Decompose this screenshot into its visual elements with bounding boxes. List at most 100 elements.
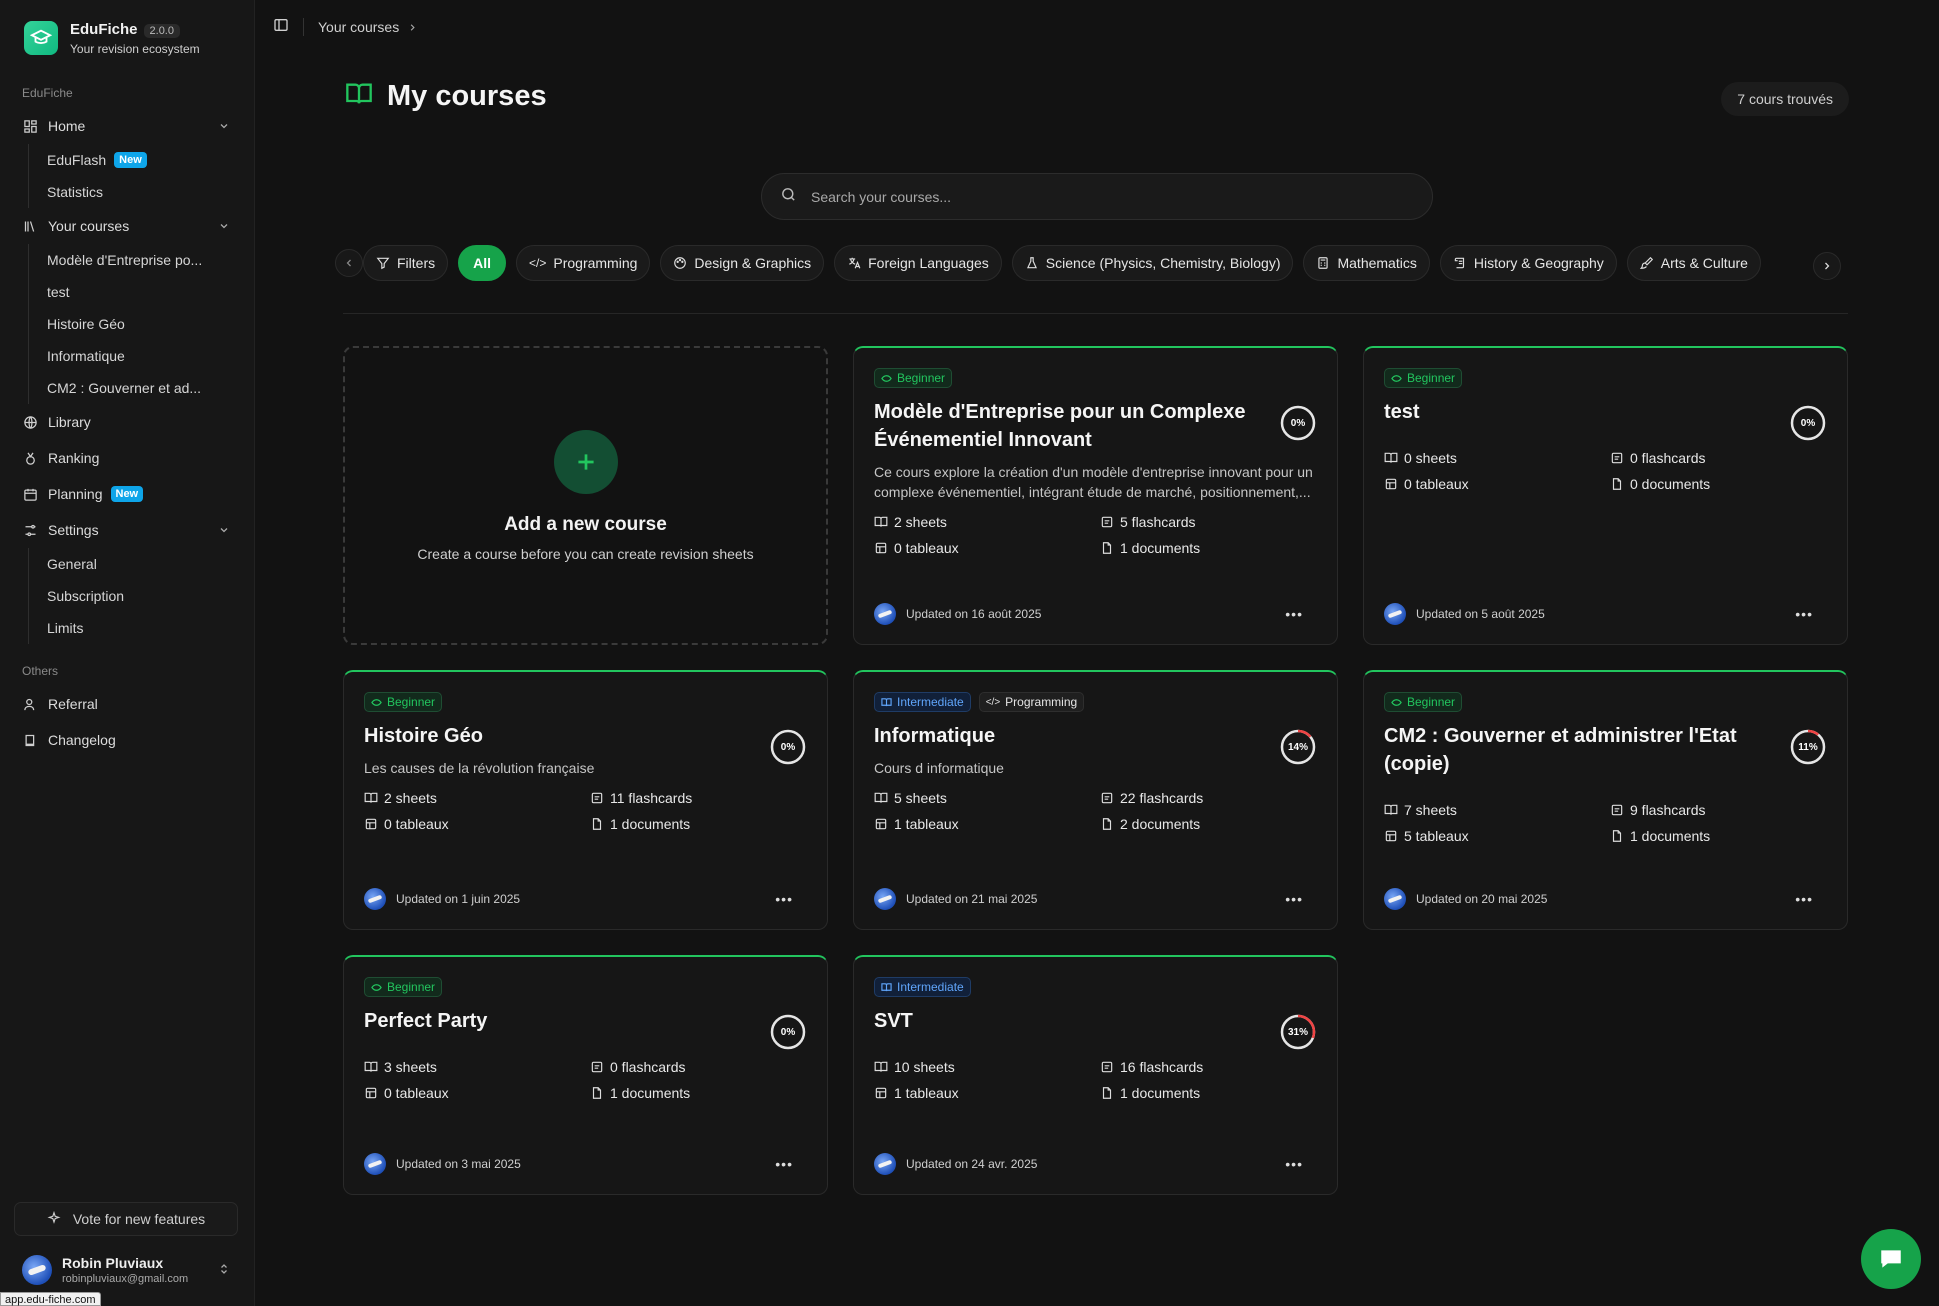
stat-label: 9 flashcards [1630,802,1706,818]
more-options-icon[interactable]: ••• [1285,1156,1303,1172]
course-title[interactable]: SVT [874,1007,1254,1035]
table-icon [1385,830,1397,842]
stat-label: 11 flashcards [610,790,693,806]
course-title[interactable]: Informatique [874,722,1254,750]
progress-label: 0% [1290,417,1306,429]
chip-science[interactable]: Science (Physics, Chemistry, Biology) [1011,245,1294,281]
chip-foreign-languages[interactable]: Foreign Languages [834,245,1002,281]
sidebar-item-statistics[interactable]: Statistics [47,176,240,208]
course-stats: 0 sheets 0 flashcards 0 tableaux 0 docum… [1384,450,1827,492]
more-options-icon[interactable]: ••• [1795,891,1813,907]
chevron-down-icon[interactable] [218,219,230,235]
sidebar-item-course[interactable]: test [47,276,240,308]
sidebar-item-subscription[interactable]: Subscription [47,580,240,612]
course-card[interactable]: Beginner Modèle d'Entreprise pour un Com… [853,346,1338,645]
nav-home[interactable]: Home [14,108,240,144]
updated-date: Updated on 21 mai 2025 [906,892,1038,906]
course-title[interactable]: Perfect Party [364,1007,744,1035]
avatar [1384,603,1406,625]
course-card[interactable]: Intermediate </> Programming Informatique … [853,670,1338,930]
level-tag: Intermediate [874,692,971,712]
more-options-icon[interactable]: ••• [775,1156,793,1172]
sidebar-item-general[interactable]: General [47,548,240,580]
sidebar: EduFiche 2.0.0 Your revision ecosystem Ed… [0,0,254,1306]
flashcard-icon [591,1061,603,1073]
card-footer: Updated on 3 mai 2025 ••• [364,1152,807,1176]
stat-label: 1 documents [1120,1085,1201,1101]
book-icon [22,732,38,748]
book-open-icon [881,982,892,991]
course-card[interactable]: Beginner Histoire Géo 0% Les causes de l… [343,670,828,930]
chip-all[interactable]: All [458,245,507,281]
course-card[interactable]: Beginner Perfect Party 0% 3 sheets 0 fla… [343,955,828,1195]
stat-documents: 1 documents [1610,828,1810,844]
nav-referral[interactable]: Referral [14,686,240,722]
stat-documents: 2 documents [1100,816,1300,832]
card-footer: Updated on 5 août 2025 ••• [1384,602,1827,626]
chip-design-graphics[interactable]: Design & Graphics [660,245,825,281]
level-tag: Intermediate [874,977,971,997]
chip-history-geography[interactable]: History & Geography [1439,245,1617,281]
brand-header[interactable]: EduFiche 2.0.0 Your revision ecosystem [14,0,240,76]
sidebar-item-course[interactable]: Histoire Géo [47,308,240,340]
stat-tableaux: 5 tableaux [1384,828,1610,844]
card-tags: Beginner [364,692,807,712]
level-tag: Beginner [1384,692,1463,712]
nav-library[interactable]: Library [14,404,240,440]
filters-button[interactable]: Filters [363,245,449,281]
nav-library-label: Library [48,414,91,430]
breadcrumb[interactable]: Your courses [318,19,418,35]
chevron-down-icon[interactable] [218,523,230,539]
stat-label: 0 tableaux [384,1085,449,1101]
filter-icon [376,257,390,270]
chat-button[interactable] [1861,1229,1921,1289]
nav-your-courses-label: Your courses [48,218,130,234]
nav-planning[interactable]: Planning New [14,476,240,512]
search-bar[interactable] [761,173,1433,220]
course-card[interactable]: Intermediate SVT 31% 10 sheets 16 flashc… [853,955,1338,1195]
search-input[interactable] [811,188,1371,205]
avatar [874,888,896,910]
avatar [364,1153,386,1175]
course-card[interactable]: Beginner CM2 : Gouverner et administrer … [1363,670,1848,930]
vote-features-button[interactable]: Vote for new features [14,1202,238,1236]
stat-flashcards: 22 flashcards [1100,790,1300,806]
user-menu[interactable]: Robin Pluviaux robinpluviaux@gmail.com [14,1248,238,1292]
search-icon [780,186,797,208]
stat-label: 1 tableaux [894,816,959,832]
sidebar-item-limits[interactable]: Limits [47,612,240,644]
course-title[interactable]: CM2 : Gouverner et administrer l'Etat (c… [1384,722,1764,778]
sidebar-item-eduflash[interactable]: EduFlash New [47,144,240,176]
scroll-left-button[interactable] [335,249,363,277]
chip-arts-culture[interactable]: Arts & Culture [1626,245,1761,281]
stat-sheets: 5 sheets [874,790,1100,806]
chevron-down-icon[interactable] [218,119,230,135]
stat-label: 1 documents [610,816,691,832]
nav-your-courses[interactable]: Your courses [14,208,240,244]
nav-ranking[interactable]: Ranking [14,440,240,476]
course-title[interactable]: Modèle d'Entreprise pour un Complexe Évé… [874,398,1254,454]
course-title[interactable]: Histoire Géo [364,722,744,750]
more-options-icon[interactable]: ••• [775,891,793,907]
course-title[interactable]: test [1384,398,1764,426]
stat-flashcards: 5 flashcards [1100,514,1300,530]
sidebar-item-course[interactable]: Informatique [47,340,240,372]
stat-documents: 1 documents [1100,1085,1300,1101]
nav-settings[interactable]: Settings [14,512,240,548]
sidebar-item-course[interactable]: Modèle d'Entreprise po... [47,244,240,276]
more-options-icon[interactable]: ••• [1285,606,1303,622]
more-options-icon[interactable]: ••• [1795,606,1813,622]
sidebar-toggle-icon[interactable] [273,17,289,38]
add-course-card[interactable]: Add a new course Create a course before … [343,346,828,645]
more-options-icon[interactable]: ••• [1285,891,1303,907]
chip-label: Design & Graphics [694,255,812,271]
chip-mathematics[interactable]: Mathematics [1303,245,1430,281]
sidebar-item-course[interactable]: CM2 : Gouverner et ad... [47,372,240,404]
chip-programming[interactable]: </> Programming [516,245,651,281]
scroll-right-button[interactable] [1813,252,1841,280]
nav-changelog[interactable]: Changelog [14,722,240,758]
stat-sheets: 0 sheets [1384,450,1610,466]
course-card[interactable]: Beginner test 0% 0 sheets 0 flashcards 0… [1363,346,1848,645]
stat-tableaux: 1 tableaux [874,816,1100,832]
flashcard-icon [1101,1061,1113,1073]
